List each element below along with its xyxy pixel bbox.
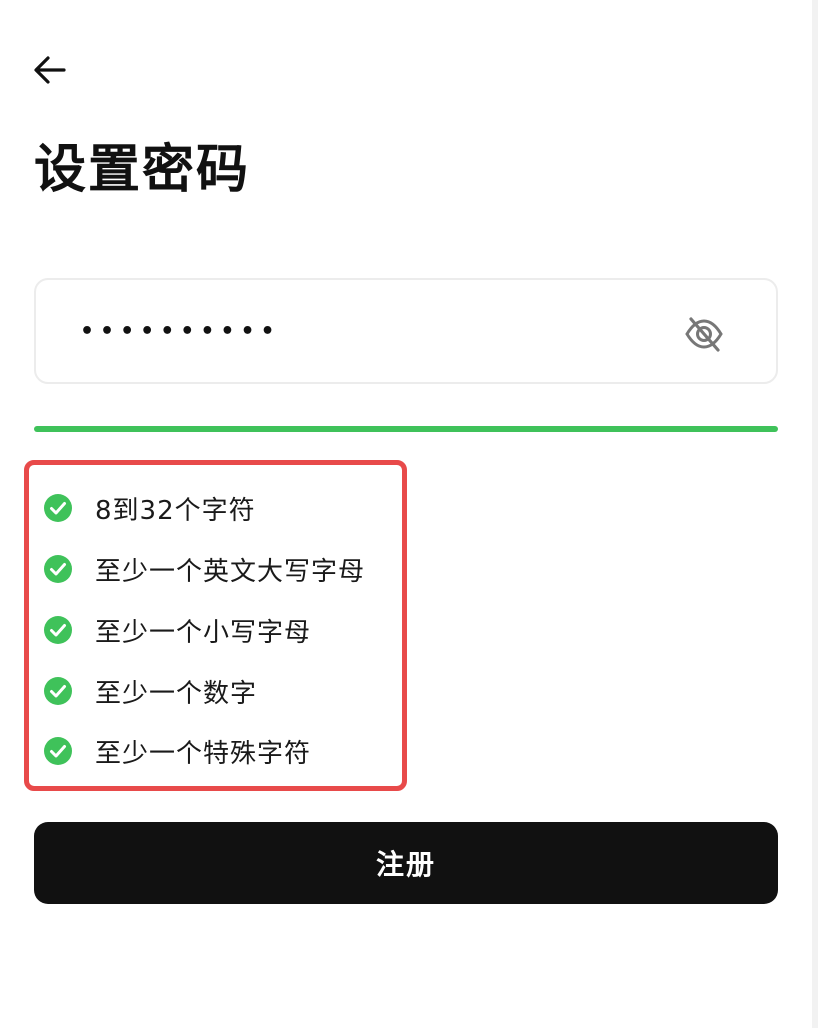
rule-label: 至少一个小写字母 [95,617,312,648]
password-rules-box: 8到32个字符 至少一个英文大写字母 至少一个小写字母 至少一个数字 至少一个特… [24,460,407,791]
check-circle-icon [44,616,72,644]
set-password-page: 设置密码 8到32个字符 至少一个英文大写字母 [0,0,818,1028]
password-strength-fill [34,426,778,432]
register-button[interactable]: 注册 [34,822,778,904]
rule-label: 至少一个英文大写字母 [95,556,366,587]
password-strength-bar [34,426,778,432]
check-circle-icon [44,737,72,765]
rule-item-uppercase: 至少一个英文大写字母 [43,549,365,589]
page-title: 设置密码 [34,140,251,200]
arrow-left-icon [34,56,66,84]
eye-off-icon [685,317,723,352]
rule-item-digit: 至少一个数字 [43,671,257,711]
check-circle-icon [44,555,72,583]
rule-item-special: 至少一个特殊字符 [43,731,311,771]
password-input[interactable] [80,310,640,354]
rule-label: 至少一个特殊字符 [95,738,312,769]
rule-label: 至少一个数字 [95,678,258,709]
rule-label: 8到32个字符 [95,495,256,526]
visibility-toggle-button[interactable] [682,312,726,356]
check-circle-icon [44,494,72,522]
check-circle-icon [44,677,72,705]
password-field[interactable] [34,278,778,384]
back-button[interactable] [26,46,74,94]
rule-item-length: 8到32个字符 [43,488,256,528]
rule-item-lowercase: 至少一个小写字母 [43,610,311,650]
scroll-edge [812,0,818,1028]
